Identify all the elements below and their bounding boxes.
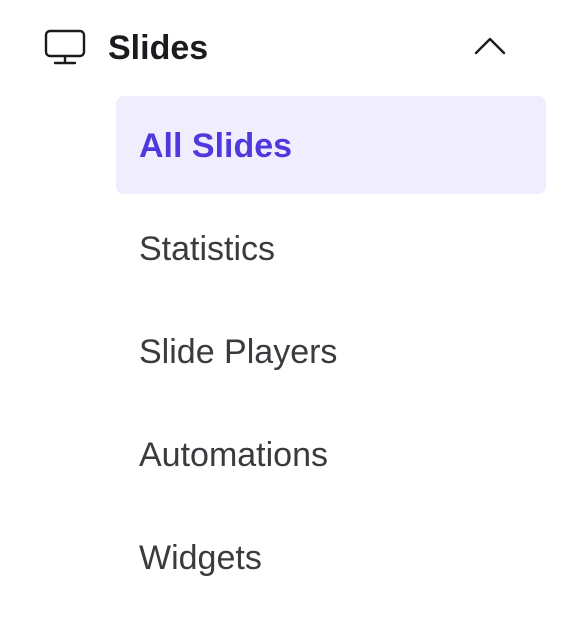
submenu-item-label: Statistics	[139, 230, 276, 268]
slides-nav-group: Slides All Slides Statistics Slide Playe…	[0, 0, 563, 619]
submenu-item-label: Widgets	[139, 539, 262, 577]
chevron-up-icon[interactable]	[473, 34, 507, 56]
submenu-item-all-slides[interactable]: All Slides	[116, 96, 546, 194]
submenu-item-label: Slide Players	[139, 333, 338, 371]
submenu-item-label: All Slides	[139, 127, 293, 165]
group-title: Slides	[108, 29, 209, 67]
monitor-icon	[44, 29, 86, 65]
submenu-item-widgets[interactable]: Widgets	[116, 508, 546, 606]
submenu-item-slide-players[interactable]: Slide Players	[116, 302, 546, 400]
slides-submenu: All Slides Statistics Slide Players Auto…	[116, 96, 546, 611]
submenu-item-automations[interactable]: Automations	[116, 405, 546, 503]
submenu-item-statistics[interactable]: Statistics	[116, 199, 546, 297]
slides-group-header[interactable]: Slides	[0, 0, 563, 96]
submenu-item-label: Automations	[139, 436, 328, 474]
